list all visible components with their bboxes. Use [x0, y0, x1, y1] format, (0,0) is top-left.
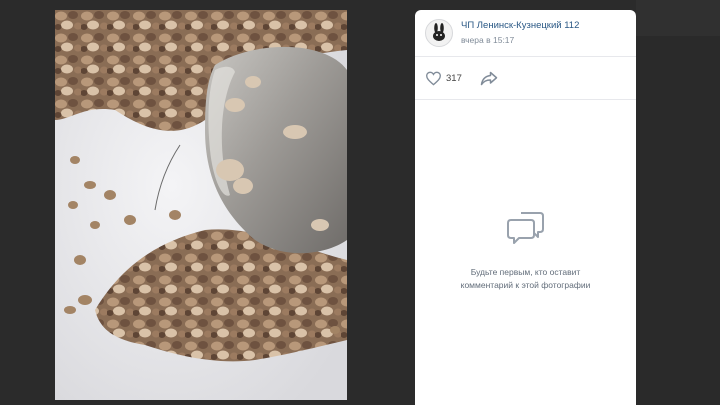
post-timestamp[interactable]: вчера в 15:17	[461, 34, 579, 46]
buckwheat-photo-illustration	[55, 10, 347, 400]
post-author-header: ЧП Ленинск-Кузнецкий 112 вчера в 15:17	[415, 10, 636, 57]
comments-empty-text: Будьте первым, кто оставит комментарий к…	[441, 266, 611, 292]
heart-icon	[425, 71, 442, 86]
comments-empty-line2: комментарий к этой фотографии	[460, 280, 591, 290]
comments-empty-line1: Будьте первым, кто оставит	[470, 267, 581, 277]
author-name-link[interactable]: ЧП Ленинск-Кузнецкий 112	[461, 20, 579, 32]
comments-empty-state: Будьте первым, кто оставит комментарий к…	[415, 210, 636, 292]
rabbit-logo-icon	[433, 23, 445, 41]
share-arrow-icon	[480, 71, 498, 85]
like-count: 317	[446, 72, 462, 84]
author-avatar[interactable]	[425, 19, 453, 47]
post-info-panel: ЧП Ленинск-Кузнецкий 112 вчера в 15:17 3…	[415, 10, 636, 405]
comment-bubble-icon	[506, 212, 544, 244]
top-overlay-band	[636, 0, 720, 36]
background-overlay-right	[636, 0, 720, 405]
post-actions-bar: 317	[415, 57, 636, 100]
share-button[interactable]	[480, 71, 498, 86]
viewer-gap	[347, 10, 415, 400]
like-button[interactable]: 317	[425, 71, 462, 86]
photo-viewer: ЧП Ленинск-Кузнецкий 112 вчера в 15:17 3…	[55, 10, 636, 405]
post-photo[interactable]	[55, 10, 347, 400]
